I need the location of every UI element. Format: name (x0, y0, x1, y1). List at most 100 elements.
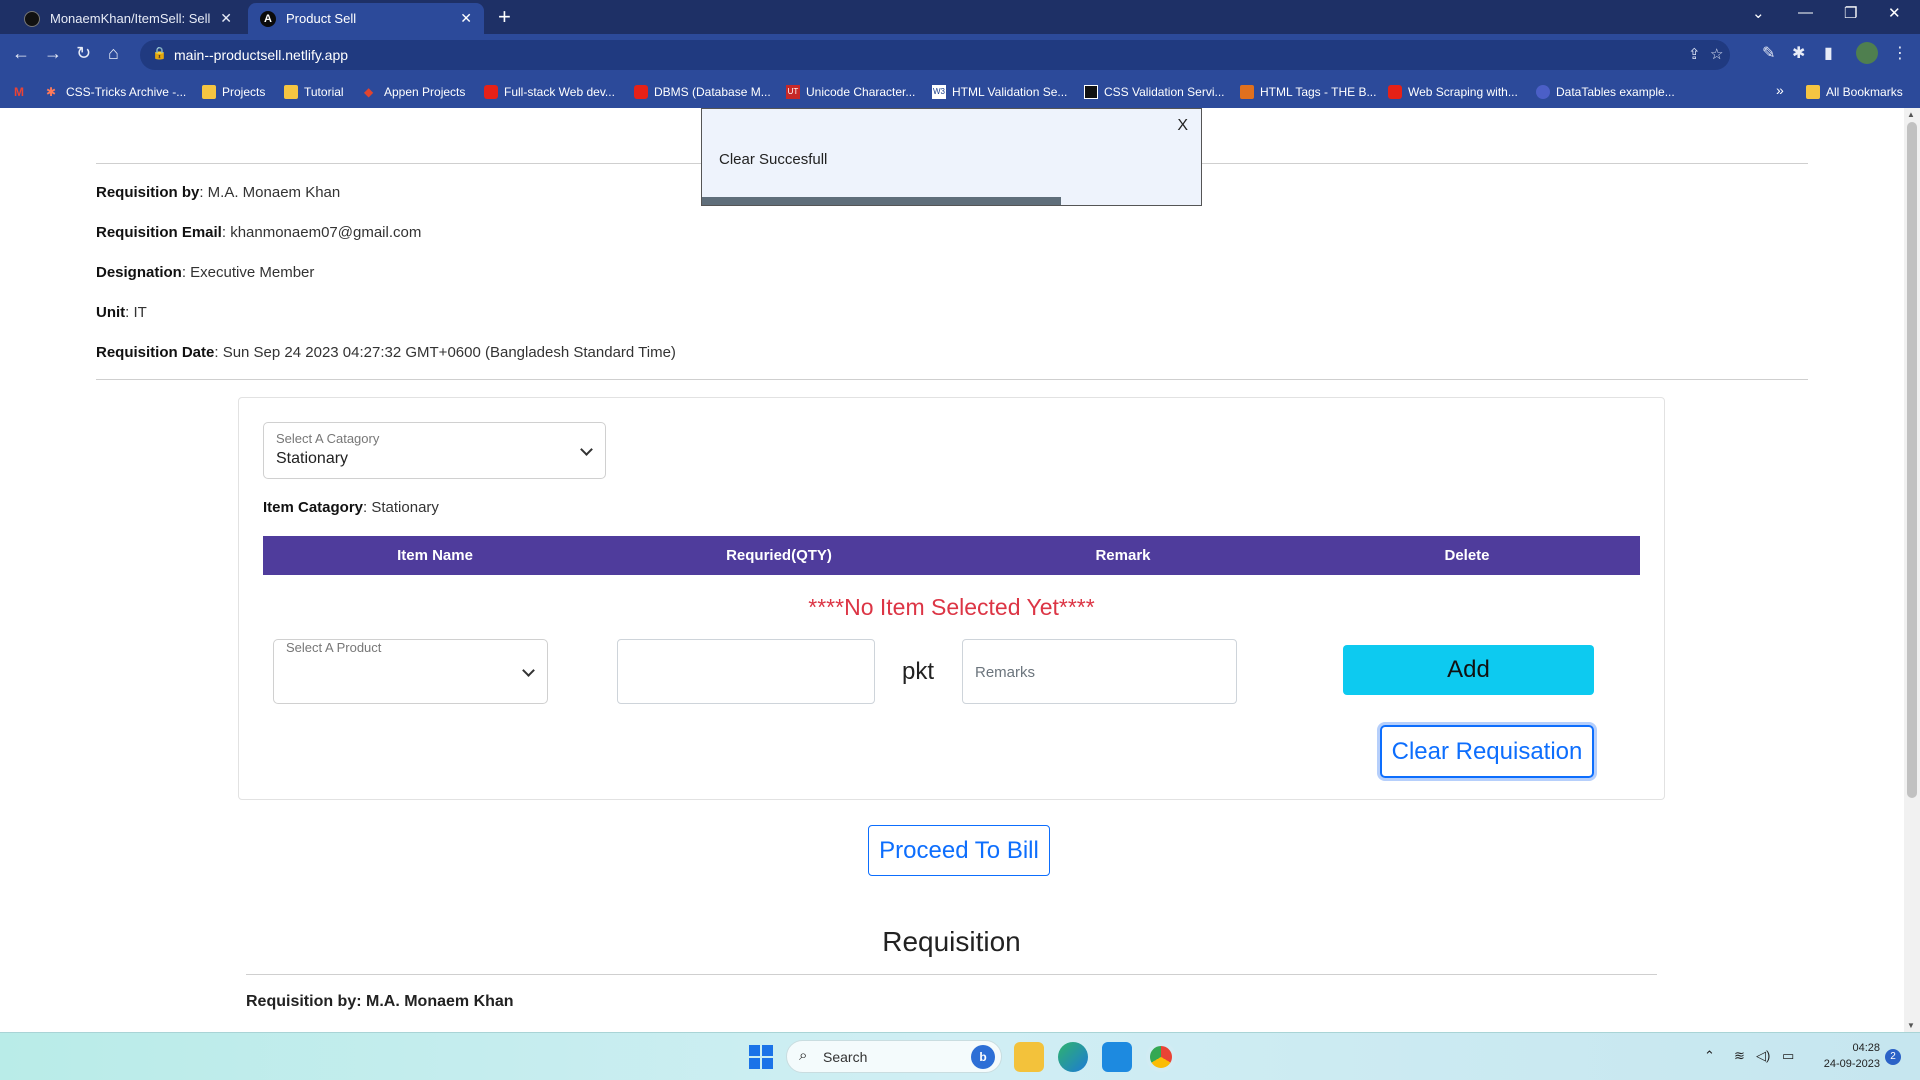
taskbar: ⌕ Search b ⌃ ≋ ◁) ▭ 04:28 24-09-2023 2 (0, 1032, 1920, 1080)
bookmark-css-validation[interactable]: CSS Validation Servi... (1084, 82, 1225, 102)
notification-badge[interactable]: 2 (1885, 1049, 1901, 1065)
requisition-by: Requisition by: M.A. Monaem Khan (96, 184, 340, 201)
file-explorer-icon[interactable] (1014, 1042, 1044, 1072)
bookmark-html-validation[interactable]: W3 HTML Validation Se... (932, 82, 1067, 102)
add-button[interactable]: Add (1343, 645, 1594, 695)
youtube-icon (634, 85, 648, 99)
extensions-icon[interactable]: ✱ (1792, 43, 1805, 63)
bookmark-html-tags[interactable]: HTML Tags - THE B... (1240, 82, 1376, 102)
requisition-date: Requisition Date: Sun Sep 24 2023 04:27:… (96, 344, 676, 361)
wifi-icon[interactable]: ≋ (1734, 1048, 1745, 1064)
bookmark-label: Web Scraping with... (1408, 85, 1518, 99)
tab-github[interactable]: MonaemKhan/ItemSell: Sell Prod ✕ (12, 3, 244, 34)
bookmark-appen[interactable]: ◆ Appen Projects (364, 82, 465, 102)
scroll-down-icon[interactable]: ▼ (1907, 1021, 1915, 1030)
youtube-icon (484, 85, 498, 99)
folder-icon (1806, 85, 1820, 99)
category-select[interactable]: Select A Catagory Stationary (263, 422, 606, 479)
clock-date: 24-09-2023 (1823, 1058, 1880, 1070)
address-bar[interactable]: 🔒 main--productsell.netlify.app ⇪ ☆ (140, 40, 1730, 70)
more-bookmarks-icon[interactable]: » (1776, 82, 1784, 98)
field-label: Requisition Email (96, 224, 222, 241)
share-icon[interactable]: ⇪ (1688, 45, 1701, 63)
bookmark-label: CSS-Tricks Archive -... (66, 85, 187, 99)
folder-icon (202, 85, 216, 99)
proceed-to-bill-button[interactable]: Proceed To Bill (868, 825, 1050, 876)
tab-product-sell[interactable]: A Product Sell ✕ (248, 3, 484, 34)
bookmark-css-tricks[interactable]: ✱ CSS-Tricks Archive -... (46, 82, 186, 102)
quantity-input[interactable] (617, 639, 875, 704)
browser-tabstrip: MonaemKhan/ItemSell: Sell Prod ✕ A Produ… (0, 0, 1920, 34)
all-bookmarks[interactable]: All Bookmarks (1806, 82, 1903, 102)
field-value: : Executive Member (181, 264, 315, 281)
minimize-icon[interactable]: — (1798, 4, 1813, 21)
back-icon[interactable]: ← (12, 43, 30, 64)
bookmark-label: Appen Projects (384, 85, 466, 99)
remarks-input[interactable]: Remarks (962, 639, 1237, 704)
w3c-icon: W3 (932, 85, 946, 99)
edge-icon[interactable] (1058, 1042, 1088, 1072)
bookmark-unicode[interactable]: UT Unicode Character... (786, 82, 915, 102)
toast-notification: X Clear Succesfull (701, 108, 1202, 206)
gmail-bookmark[interactable]: M (14, 82, 34, 102)
forward-icon[interactable]: → (44, 43, 62, 64)
bookmark-projects[interactable]: Projects (202, 82, 265, 102)
home-icon[interactable]: ⌂ (108, 43, 119, 64)
unit: Unit: IT (96, 304, 147, 321)
side-panel-icon[interactable]: ▮ (1824, 43, 1833, 63)
battery-icon[interactable]: ▭ (1782, 1048, 1794, 1064)
field-value: : IT (125, 304, 147, 321)
product-select[interactable]: Select A Product (273, 639, 548, 704)
reload-icon[interactable]: ↻ (76, 43, 91, 64)
tab-close-icon[interactable]: ✕ (460, 10, 472, 27)
lock-icon: 🔒 (152, 46, 167, 60)
column-header-delete: Delete (1444, 547, 1490, 564)
bookmark-label: Tutorial (304, 85, 344, 99)
clear-requisition-button[interactable]: Clear Requisation (1380, 725, 1594, 778)
toast-close-button[interactable]: X (1177, 117, 1188, 135)
field-value: : Sun Sep 24 2023 04:27:32 GMT+0600 (Ban… (214, 344, 676, 361)
scroll-up-icon[interactable]: ▲ (1907, 110, 1915, 119)
chrome-icon[interactable] (1146, 1042, 1176, 1072)
github-icon (24, 10, 40, 27)
vscode-icon[interactable] (1102, 1042, 1132, 1072)
extension-pen-icon[interactable]: ✎ (1762, 43, 1775, 63)
scrollbar-thumb[interactable] (1907, 122, 1917, 798)
bookmark-tutorial[interactable]: Tutorial (284, 82, 344, 102)
windows-start-icon[interactable] (749, 1045, 773, 1069)
page-viewport: Requisition by: M.A. Monaem Khan Requisi… (0, 108, 1920, 1032)
toast-progress-fill (702, 197, 1062, 205)
select-value: Stationary (276, 450, 349, 467)
bookmark-label: All Bookmarks (1826, 85, 1903, 99)
bookmark-label: HTML Tags - THE B... (1260, 85, 1377, 99)
close-window-icon[interactable]: ✕ (1888, 4, 1901, 22)
tab-close-icon[interactable]: ✕ (220, 10, 232, 27)
profile-avatar[interactable] (1856, 42, 1878, 64)
toast-progress (702, 197, 1201, 205)
volume-icon[interactable]: ◁) (1756, 1048, 1770, 1064)
bookmark-label: Full-stack Web dev... (504, 85, 615, 99)
taskbar-search[interactable]: ⌕ Search b (786, 1040, 1002, 1073)
bookmark-fullstack[interactable]: Full-stack Web dev... (484, 82, 615, 102)
bookmark-label: DataTables example... (1556, 85, 1675, 99)
new-tab-icon[interactable]: + (498, 4, 511, 30)
restore-icon[interactable]: ❐ (1844, 4, 1857, 22)
field-value: : khanmonaem07@gmail.com (221, 224, 422, 241)
bookmark-web-scraping[interactable]: Web Scraping with... (1388, 82, 1518, 102)
field-value: : M.A. Monaem Khan (199, 184, 341, 201)
gmail-icon: M (14, 85, 24, 99)
bookmark-datatables[interactable]: DataTables example... (1536, 82, 1675, 102)
tab-search-icon[interactable]: ⌄ (1752, 4, 1765, 22)
bing-icon[interactable]: b (971, 1045, 995, 1069)
menu-icon[interactable]: ⋮ (1892, 43, 1908, 63)
column-header-remark: Remark (1095, 547, 1151, 564)
search-icon: ⌕ (799, 1047, 808, 1064)
star-icon: ✱ (46, 85, 57, 99)
youtube-icon (1388, 85, 1402, 99)
system-clock[interactable]: 04:28 24-09-2023 (1800, 1040, 1880, 1072)
bookmark-star-icon[interactable]: ☆ (1710, 45, 1723, 63)
divider (96, 379, 1808, 380)
bookmark-dbms[interactable]: DBMS (Database M... (634, 82, 771, 102)
vertical-scrollbar[interactable]: ▲ ▼ (1904, 108, 1920, 1032)
show-hidden-icons[interactable]: ⌃ (1704, 1048, 1715, 1064)
